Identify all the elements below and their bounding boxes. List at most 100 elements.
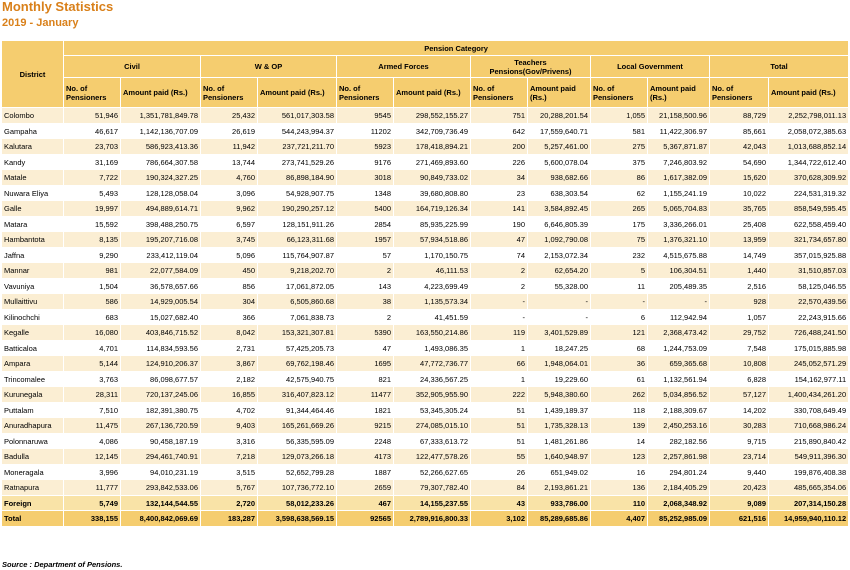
pensioners-cell: 25,408 xyxy=(709,215,769,232)
pensioners-cell: 42,043 xyxy=(709,138,769,155)
amount-cell: 933,786.00 xyxy=(527,494,591,511)
amount-cell: 330,708,649.49 xyxy=(767,401,850,418)
table-row: Colombo 51,946 1,351,781,849.78 25,432 561,0… xyxy=(1,107,850,124)
pensioners-cell: 141 xyxy=(470,200,528,217)
amount-cell: 58,012,233.26 xyxy=(257,494,337,511)
amount-cell: 6,505,860.68 xyxy=(257,293,337,310)
amount-cell: 66,123,311.68 xyxy=(257,231,337,248)
amount-cell: 52,266,627.65 xyxy=(393,463,471,480)
pensioners-column-header: No. of Pensioners xyxy=(336,77,394,108)
amount-cell: 342,709,736.49 xyxy=(393,122,471,139)
group-header-civil: Civil xyxy=(63,55,201,78)
district-cell: Anuradhapura xyxy=(1,417,64,434)
district-cell: Gampaha xyxy=(1,122,64,139)
amount-cell: 39,680,808.80 xyxy=(393,184,471,201)
pensioners-cell: 30,283 xyxy=(709,417,769,434)
amount-cell: 5,948,380.60 xyxy=(527,386,591,403)
pensioners-cell: 8,042 xyxy=(200,324,258,341)
pensioners-cell: 6,828 xyxy=(709,370,769,387)
table-row: Puttalam 7,510 182,391,380.75 4,702 91,344,4… xyxy=(1,401,850,418)
pensioners-cell: 4173 xyxy=(336,448,394,465)
pensioners-cell: 1957 xyxy=(336,231,394,248)
amount-cell: 47,772,736.77 xyxy=(393,355,471,372)
amount-cell: 55,328.00 xyxy=(527,277,591,294)
amount-cell: 561,017,303.58 xyxy=(257,107,337,124)
pensioners-cell: 581 xyxy=(590,122,648,139)
district-cell: Ratnapura xyxy=(1,479,64,496)
group-header-wop: W & OP xyxy=(200,55,337,78)
total-row: Total 338,155 8,400,842,069.69 183,287 3,598… xyxy=(1,510,850,527)
amount-cell: 1,735,328.13 xyxy=(527,417,591,434)
amount-cell: 398,488,250.75 xyxy=(120,215,201,232)
amount-cell: 106,304.51 xyxy=(647,262,710,279)
amount-cell: 224,531,319.32 xyxy=(767,184,850,201)
pensioners-cell: 12,145 xyxy=(63,448,121,465)
table-row: Kandy 31,169 786,664,307.58 13,744 273,741,5… xyxy=(1,153,850,170)
pensioners-cell: 450 xyxy=(200,262,258,279)
table-row: Matara 15,592 398,488,250.75 6,597 128,151,9… xyxy=(1,215,850,232)
amount-cell: 403,846,715.52 xyxy=(120,324,201,341)
amount-cell: 90,849,733.02 xyxy=(393,169,471,186)
amount-cell: 9,218,202.70 xyxy=(257,262,337,279)
pensioners-cell: 36 xyxy=(590,355,648,372)
group-header-teachers: Teachers Pensions(Gov/Privens) xyxy=(470,55,591,78)
district-cell: Colombo xyxy=(1,107,64,124)
amount-cell: - xyxy=(527,308,591,325)
pensioners-cell: 5,767 xyxy=(200,479,258,496)
amount-cell: 107,736,772.10 xyxy=(257,479,337,496)
amount-cell: 2,184,405.29 xyxy=(647,479,710,496)
amount-cell: 357,015,925.88 xyxy=(767,246,850,263)
amount-cell: 41,451.59 xyxy=(393,308,471,325)
pensioners-cell: 1348 xyxy=(336,184,394,201)
pensioners-cell: 1821 xyxy=(336,401,394,418)
pensioners-cell: 3,763 xyxy=(63,370,121,387)
pensioners-cell: 13,744 xyxy=(200,153,258,170)
table-row: Mannar 981 22,077,584.09 450 9,218,202.70 2 46… xyxy=(1,262,850,279)
pensioners-cell: 11477 xyxy=(336,386,394,403)
pensioners-cell: 7,510 xyxy=(63,401,121,418)
pensioners-cell: 10,022 xyxy=(709,184,769,201)
amount-cell: 5,034,856.52 xyxy=(647,386,710,403)
pensioners-cell: 47 xyxy=(470,231,528,248)
pensioners-cell: 856 xyxy=(200,277,258,294)
pensioners-cell: 8,135 xyxy=(63,231,121,248)
pensioners-cell: 7,548 xyxy=(709,339,769,356)
pensioners-cell: 75 xyxy=(590,231,648,248)
pensioners-cell: 2248 xyxy=(336,432,394,449)
district-cell: Matara xyxy=(1,215,64,232)
district-cell: Matale xyxy=(1,169,64,186)
amount-cell: 164,719,126.34 xyxy=(393,200,471,217)
pensioners-cell: 23,703 xyxy=(63,138,121,155)
amount-cell: 132,144,544.55 xyxy=(120,494,201,511)
amount-column-header: Amount paid (Rs.) xyxy=(647,77,710,108)
amount-cell: 2,252,798,011.13 xyxy=(767,107,850,124)
table-row: Kurunegala 28,311 720,137,245.06 16,855 316,… xyxy=(1,386,850,403)
pensioners-cell: 20,423 xyxy=(709,479,769,496)
amount-cell: 22,243,915.66 xyxy=(767,308,850,325)
amount-column-header: Amount paid (Rs.) xyxy=(767,77,850,108)
pensioners-cell: 11202 xyxy=(336,122,394,139)
table-row: Kegalle 16,080 403,846,715.52 8,042 153,321,… xyxy=(1,324,850,341)
amount-cell: 195,207,716.08 xyxy=(120,231,201,248)
table-row: Galle 19,997 494,889,614.71 9,962 190,290,25… xyxy=(1,200,850,217)
district-cell: Hambantota xyxy=(1,231,64,248)
amount-cell: 128,128,058.04 xyxy=(120,184,201,201)
amount-cell: 1,439,189.37 xyxy=(527,401,591,418)
pensioners-cell: 9,440 xyxy=(709,463,769,480)
pensioners-cell: 2 xyxy=(470,277,528,294)
amount-cell: 46,111.53 xyxy=(393,262,471,279)
amount-cell: 79,307,782.40 xyxy=(393,479,471,496)
pensioners-cell: 54,690 xyxy=(709,153,769,170)
amount-cell: 622,558,459.40 xyxy=(767,215,850,232)
amount-cell: 1,400,434,261.20 xyxy=(767,386,850,403)
pensioners-cell: 4,701 xyxy=(63,339,121,356)
pensioners-cell: 2,516 xyxy=(709,277,769,294)
pensioners-cell: 14,202 xyxy=(709,401,769,418)
district-cell: Polonnaruwa xyxy=(1,432,64,449)
amount-cell: 58,125,046.55 xyxy=(767,277,850,294)
amount-cell: 62,654.20 xyxy=(527,262,591,279)
amount-cell: 2,450,253.16 xyxy=(647,417,710,434)
amount-cell: 549,911,396.30 xyxy=(767,448,850,465)
amount-cell: 8,400,842,069.69 xyxy=(120,510,201,527)
pensioners-cell: 4,702 xyxy=(200,401,258,418)
